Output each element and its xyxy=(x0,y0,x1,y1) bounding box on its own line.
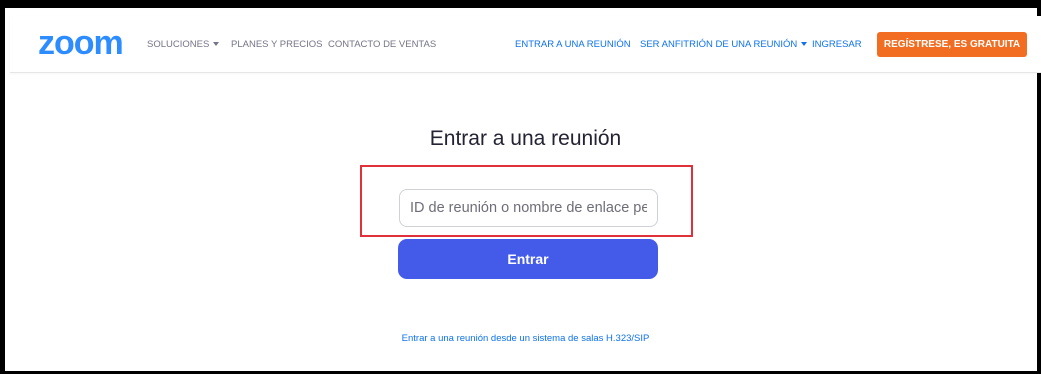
sip-room-link[interactable]: Entrar a una reunión desde un sistema de… xyxy=(5,333,1041,345)
signup-button[interactable]: REGÍSTRESE, ES GRATUITA xyxy=(877,32,1027,57)
chevron-down-icon xyxy=(213,42,220,47)
nav-solutions[interactable]: SOLUCIONES xyxy=(147,39,220,51)
nav-plans[interactable]: PLANES Y PRECIOS xyxy=(231,39,323,51)
browser-frame: zoom SOLUCIONES PLANES Y PRECIOS CONTACT… xyxy=(0,0,1041,374)
nav-sign-in[interactable]: INGRESAR xyxy=(812,39,862,51)
meeting-id-input[interactable] xyxy=(399,189,658,227)
nav-join-meeting[interactable]: ENTRAR A UNA REUNIÓN xyxy=(515,39,631,51)
join-button[interactable]: Entrar xyxy=(398,239,658,279)
nav-host-meeting[interactable]: SER ANFITRIÓN DE UNA REUNIÓN xyxy=(640,39,808,51)
zoom-logo[interactable]: zoom xyxy=(38,26,124,60)
page-title: Entrar a una reunión xyxy=(429,127,622,150)
nav-host-meeting-label: SER ANFITRIÓN DE UNA REUNIÓN xyxy=(640,39,798,50)
top-navbar: zoom SOLUCIONES PLANES Y PRECIOS CONTACT… xyxy=(10,16,1041,73)
chevron-down-icon xyxy=(801,42,808,47)
nav-contact-sales[interactable]: CONTACTO DE VENTAS xyxy=(328,39,436,51)
nav-solutions-label: SOLUCIONES xyxy=(147,39,210,50)
